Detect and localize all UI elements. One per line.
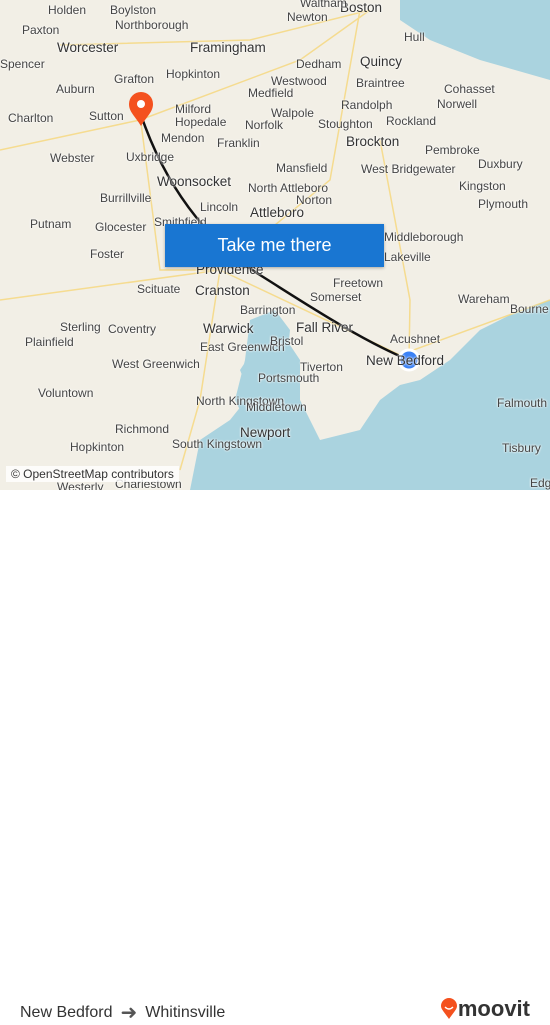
place-label: Scituate	[137, 282, 181, 296]
place-label: Bourne	[510, 302, 549, 316]
moovit-logo[interactable]: moovit	[440, 996, 530, 1022]
place-label: Cohasset	[444, 82, 495, 96]
place-label: Hopedale	[175, 115, 227, 129]
place-label: Lakeville	[384, 250, 431, 264]
place-label: Somerset	[310, 290, 362, 304]
place-label: Sutton	[89, 109, 124, 123]
place-label: Middletown	[246, 400, 307, 414]
place-label: Putnam	[30, 217, 72, 231]
place-label: Paxton	[22, 23, 60, 37]
origin-name: New Bedford	[20, 1003, 113, 1021]
place-label: Grafton	[114, 72, 155, 86]
place-label: Waltham	[300, 0, 347, 10]
place-label: Cranston	[195, 283, 250, 298]
place-label: Northborough	[115, 18, 189, 32]
footer: New Bedford ➜ Whitinsville moovit	[0, 490, 550, 1024]
place-label: Hopkinton	[166, 67, 221, 81]
place-label: Dedham	[296, 57, 342, 71]
place-label: Edg	[530, 476, 550, 490]
place-label: Boylston	[110, 3, 157, 17]
place-label: Worcester	[57, 40, 119, 55]
place-label: West Greenwich	[112, 357, 200, 371]
place-label: Holden	[48, 3, 87, 17]
place-label: South Kingstown	[172, 437, 263, 451]
place-label: Duxbury	[478, 157, 523, 171]
place-label: Freetown	[333, 276, 384, 290]
place-label: West Bridgewater	[361, 162, 456, 176]
place-label: Kingston	[459, 179, 506, 193]
place-label: Brockton	[346, 134, 400, 149]
place-label: Mansfield	[276, 161, 328, 175]
place-label: Medfield	[248, 86, 294, 100]
place-label: Foster	[90, 247, 125, 261]
osm-attribution[interactable]: © OpenStreetMap contributors	[6, 466, 179, 482]
place-label: Voluntown	[38, 386, 94, 400]
place-label: New Bedford	[366, 353, 445, 368]
place-label: Sterling	[60, 320, 101, 334]
place-label: Pembroke	[425, 143, 480, 157]
place-label: Braintree	[356, 76, 405, 90]
place-label: Falmouth	[497, 396, 548, 410]
place-label: Norfolk	[245, 118, 284, 132]
arrow-right-icon: ➜	[120, 1002, 138, 1024]
place-label: Woonsocket	[157, 174, 232, 189]
place-label: Mendon	[161, 131, 205, 145]
place-label: Rockland	[386, 114, 437, 128]
place-label: Wareham	[458, 292, 510, 306]
place-label: Glocester	[95, 220, 147, 234]
place-label: Franklin	[217, 136, 260, 150]
place-label: Stoughton	[318, 117, 373, 131]
place-label: Randolph	[341, 98, 393, 112]
place-label: Lincoln	[200, 200, 239, 214]
place-label: Plymouth	[478, 197, 529, 211]
place-label: Attleboro	[250, 205, 305, 220]
place-label: Barrington	[240, 303, 296, 317]
place-label: Tisbury	[502, 441, 541, 455]
take-me-there-button[interactable]: Take me there	[165, 224, 384, 267]
place-label: Milford	[175, 102, 212, 116]
route-summary: New Bedford ➜ Whitinsville	[20, 1000, 225, 1025]
place-label: Charlton	[8, 111, 54, 125]
place-label: Plainfield	[25, 335, 74, 349]
place-label: Fall River	[296, 320, 354, 335]
place-label: Richmond	[115, 422, 170, 436]
place-label: Burrillville	[100, 191, 152, 205]
moovit-pin-icon	[440, 998, 457, 1019]
place-label: Auburn	[56, 82, 95, 96]
destination-name: Whitinsville	[145, 1003, 226, 1021]
place-label: Middleborough	[384, 230, 464, 244]
place-label: Acushnet	[390, 332, 441, 346]
place-label: Portsmouth	[258, 371, 320, 385]
place-label: Bristol	[270, 334, 304, 348]
place-label: Warwick	[203, 321, 254, 336]
place-label: Newton	[287, 10, 328, 24]
place-label: Spencer	[0, 57, 45, 71]
place-label: Framingham	[190, 40, 266, 55]
place-label: Norwell	[437, 97, 478, 111]
place-label: Coventry	[108, 322, 157, 336]
place-label: Hopkinton	[70, 440, 125, 454]
place-label: Quincy	[360, 54, 403, 69]
place-label: Hull	[404, 30, 425, 44]
place-label: Uxbridge	[126, 150, 175, 164]
map[interactable]: Boston Newton Waltham Holden Boylston Northbo…	[0, 0, 550, 490]
place-label: Webster	[50, 151, 95, 165]
